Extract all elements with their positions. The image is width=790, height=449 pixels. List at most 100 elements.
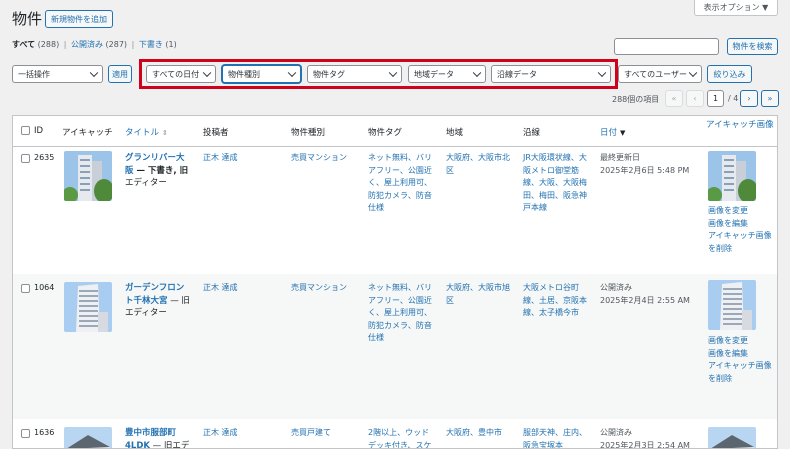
row-post-state: — 旧エデ xyxy=(149,440,190,449)
area-line: 区 xyxy=(446,165,454,175)
area-filter-label: 地域データ xyxy=(414,69,454,79)
tag-line: ネット無料、バリ xyxy=(368,283,432,292)
row-lock-author: エディター xyxy=(125,308,167,318)
line-line: 線、太子橋今市 xyxy=(523,308,579,317)
row-tags[interactable]: 2階以上、ウッド デッキ付き、スケ xyxy=(368,427,431,448)
last-page-button[interactable]: » xyxy=(761,90,779,107)
line-line: 服部天神、庄内、 xyxy=(523,428,587,437)
row-post-state: — 下書き, 旧 xyxy=(133,165,189,176)
remove-image-link[interactable]: アイキャッチ画像 xyxy=(708,230,772,243)
row-title-line: ガーデンフロン xyxy=(125,283,185,293)
building-photo-icon xyxy=(64,151,112,201)
edit-image-link[interactable]: 画像を編集 xyxy=(708,218,772,231)
tag-line: アフリー、公園近 xyxy=(368,165,432,175)
row-author[interactable]: 正木 達成 xyxy=(203,282,238,295)
select-all-checkbox[interactable] xyxy=(21,126,30,135)
status-published-link[interactable]: 公開済み xyxy=(71,40,103,49)
row-title-line: グランリバー大 xyxy=(125,153,185,163)
edit-image-link[interactable]: 画像を編集 xyxy=(708,348,772,361)
row-title-line: 4LDK xyxy=(125,440,150,449)
status-separator: | xyxy=(63,40,67,49)
row-checkbox[interactable] xyxy=(21,154,30,163)
row-title-link[interactable]: ガーデンフロン ト千林大宮 — 旧エディター xyxy=(125,282,200,320)
tag-line: 仕様 xyxy=(368,333,384,342)
next-page-button[interactable]: › xyxy=(740,90,758,107)
bulk-actions-select[interactable]: 一括操作 xyxy=(12,65,103,83)
change-image-link[interactable]: 画像を変更 xyxy=(708,335,772,348)
col-eyecatch-img[interactable]: アイキャッチ画像 xyxy=(706,118,774,130)
status-all-link[interactable]: すべて xyxy=(12,40,35,49)
area-line: 区 xyxy=(446,295,454,305)
row-title-link[interactable]: グランリバー大阪 — 下書き, 旧エディター xyxy=(125,152,200,190)
row-line[interactable]: JR大阪環状線、大 阪メトロ御堂筋 線、大阪、大阪梅 田、梅田、阪急神 戸本線 xyxy=(523,152,587,215)
row-area[interactable]: 大阪府、豊中市 xyxy=(446,427,502,440)
line-filter-select[interactable]: 沿線データ xyxy=(491,65,611,83)
tag-filter-select[interactable]: 物件タグ xyxy=(307,65,402,83)
type-filter-select[interactable]: 物件種別 xyxy=(222,65,301,83)
eyecatch-image xyxy=(708,427,756,448)
property-thumbnail[interactable] xyxy=(64,282,112,332)
area-filter-select[interactable]: 地域データ xyxy=(408,65,486,83)
col-date-sort[interactable]: 日付 ▼ xyxy=(600,126,625,138)
col-date-label: 日付 xyxy=(600,128,618,138)
property-thumbnail[interactable] xyxy=(64,151,112,201)
row-author[interactable]: 正木 達成 xyxy=(203,427,238,440)
row-tags[interactable]: ネット無料、バリ アフリー、公園近 く、屋上利用可、 防犯カメラ、防音 仕様 xyxy=(368,152,432,215)
line-filter-label: 沿線データ xyxy=(497,69,537,79)
row-lock-author: エディター xyxy=(125,178,167,188)
posts-table: ID アイキャッチ タイトル ⇕ 投稿者 物件種別 物件タグ 地域 沿線 日付 ▼ … xyxy=(12,115,778,449)
tag-line: アフリー、公園近 xyxy=(368,295,432,305)
status-draft-link[interactable]: 下書き xyxy=(139,40,163,49)
row-line[interactable]: 大阪メトロ谷町 線、土居、京阪本 線、太子橋今市 xyxy=(523,282,587,320)
eyecatch-actions: 画像を変更 画像を編集 アイキャッチ画像 を削除 xyxy=(708,335,772,385)
user-filter-label: すべてのユーザー xyxy=(624,69,687,79)
row-line[interactable]: 服部天神、庄内、 阪急宝塚本 xyxy=(523,427,587,449)
first-page-button[interactable]: « xyxy=(665,90,683,107)
sort-icon: ⇕ xyxy=(162,129,168,137)
tag-line: 2階以上、ウッド xyxy=(368,428,430,437)
row-checkbox[interactable] xyxy=(21,284,30,293)
date-filter-select[interactable]: すべての日付 xyxy=(146,65,216,83)
row-post-state: — 旧 xyxy=(167,295,190,306)
line-line: 阪メトロ御堂筋 xyxy=(523,165,579,175)
add-new-button[interactable]: 新規物件を追加 xyxy=(45,10,113,28)
col-title-sort[interactable]: タイトル ⇕ xyxy=(125,126,168,138)
remove-image-link[interactable]: アイキャッチ画像 xyxy=(708,360,772,373)
remove-image-link-cont[interactable]: を削除 xyxy=(708,243,772,256)
row-type[interactable]: 売買マンション xyxy=(291,152,347,165)
row-area[interactable]: 大阪府、大阪市北区 xyxy=(446,152,510,177)
apply-button[interactable]: 適用 xyxy=(108,65,132,83)
house-photo-icon xyxy=(708,427,756,448)
row-checkbox[interactable] xyxy=(21,429,30,438)
row-type[interactable]: 売買戸建て xyxy=(291,427,331,440)
status-all-count: (288) xyxy=(37,40,60,49)
row-date: 公開済み 2025年2月3日 2:54 AM xyxy=(600,427,690,448)
current-page-value: 1 xyxy=(712,94,719,103)
search-input[interactable] xyxy=(614,38,719,55)
current-page-input[interactable]: 1 xyxy=(707,90,724,107)
prev-page-button[interactable]: ‹ xyxy=(686,90,704,107)
row-tags[interactable]: ネット無料、バリ アフリー、公園近 く、屋上利用可、 防犯カメラ、防音 仕様 xyxy=(368,282,432,345)
col-line: 沿線 xyxy=(523,128,541,138)
line-line: 戸本線 xyxy=(523,203,547,212)
row-title-link[interactable]: 豊中市服部町 4LDK — 旧エデ xyxy=(125,427,200,449)
chevron-down-icon xyxy=(688,68,698,78)
row-area[interactable]: 大阪府、大阪市旭区 xyxy=(446,282,510,307)
row-date: 最終更新日 2025年2月6日 5:48 PM xyxy=(600,152,689,177)
table-header: ID アイキャッチ タイトル ⇕ 投稿者 物件種別 物件タグ 地域 沿線 日付 ▼ … xyxy=(13,116,777,147)
line-line: 阪急宝塚本 xyxy=(523,440,563,449)
property-thumbnail[interactable] xyxy=(64,427,112,448)
page-title: 物件 xyxy=(12,10,43,28)
screen-options-button[interactable]: 表示オプション ▼ xyxy=(694,0,778,16)
user-filter-select[interactable]: すべてのユーザー xyxy=(618,65,702,83)
eyecatch-actions: 画像を変更 画像を編集 アイキャッチ画像 を削除 xyxy=(708,205,772,255)
remove-image-link-cont[interactable]: を削除 xyxy=(708,373,772,386)
search-button[interactable]: 物件を検索 xyxy=(727,38,778,55)
date-value: 2025年2月4日 2:55 AM xyxy=(600,295,690,305)
row-author[interactable]: 正木 達成 xyxy=(203,152,238,165)
filter-button[interactable]: 絞り込み xyxy=(707,65,752,83)
row-type[interactable]: 売買マンション xyxy=(291,282,347,295)
date-status: 最終更新日 xyxy=(600,153,640,162)
change-image-link[interactable]: 画像を変更 xyxy=(708,205,772,218)
chevron-down-icon xyxy=(89,68,99,78)
